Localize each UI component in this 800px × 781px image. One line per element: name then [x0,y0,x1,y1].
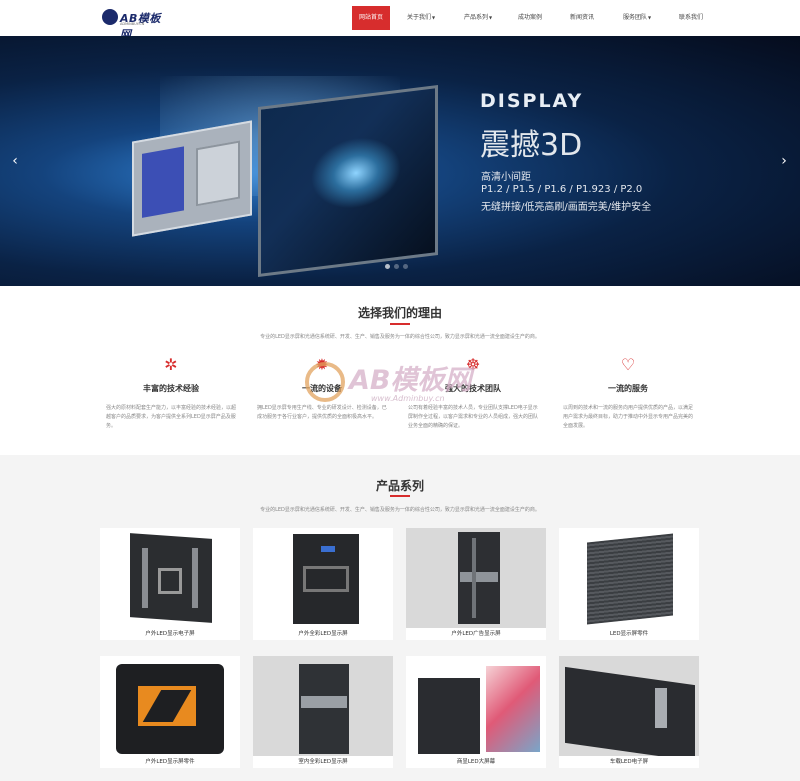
main-nav: 网站首页 关于我们▼ 产品系列▼ 成功案例 新闻资讯 服务团队▼ 联系我们 [352,0,716,36]
led-cabinet-image [132,120,252,237]
product-image [253,656,393,756]
product-card[interactable]: 户外LED显示电子屏 [100,528,240,640]
product-card[interactable]: 车载LED电子屏 [559,656,699,768]
logo-subtext: ADMINBUY.CN [120,22,145,26]
nav-item-team[interactable]: 服务团队▼ [608,0,666,36]
chevron-down-icon: ▼ [431,15,436,20]
product-label: 车载LED电子屏 [609,759,649,765]
slide-line-3: 无缝拼接/低亮高刷/画面完美/维护安全 [481,202,652,213]
slide-line-1: 高清小间距 [481,172,531,183]
slide-title: 震撼3D [480,128,583,163]
title-divider [390,495,410,497]
feature-text: 强大的原材料配套生产能力，以丰富经验的技术经验，以超越客户的品质要求，为客户提供… [106,405,237,429]
product-image [100,528,240,628]
feature-text: 以周到的技术和一流的服务向用户提供优质的产品，以满足用户需求为最终目标，助力于推… [563,405,694,429]
product-image [406,528,546,628]
heart-icon: ♡ [620,355,636,374]
site-logo[interactable]: AB模板网 ADMINBUY.CN [102,9,172,41]
cabinet-box [196,140,240,207]
products-section-subtitle: 专业的LED显示屏和光通信系统研、开发、生产、销售及服务为一体的综合性公司，致力… [260,507,540,513]
hero-banner[interactable]: DISPLAY 震撼3D 高清小间距 P1.2 / P1.5 / P1.6 / … [0,36,800,286]
product-image [253,528,393,628]
feature-experience: ✲ 丰富的技术经验 强大的原材料配套生产能力，以丰富经验的技术经验，以超越客户的… [96,355,246,431]
why-section-subtitle: 专业的LED显示屏和光通信系统研、开发、生产、销售及服务为一体的综合性公司，致力… [260,334,540,340]
led-screen-image [258,84,438,278]
slide-dot[interactable] [403,264,408,269]
product-image [100,656,240,756]
product-label: 户外LED广告显示屏 [451,631,501,637]
slide-dots [385,264,408,269]
site-header: AB模板网 ADMINBUY.CN 网站首页 关于我们▼ 产品系列▼ 成功案例 … [0,0,800,41]
nav-item-home[interactable]: 网站首页 [352,6,390,30]
nav-item-cases[interactable]: 成功案例 [504,0,556,36]
product-card[interactable]: 室内全彩LED显示屏 [253,656,393,768]
slide-line-2: P1.2 / P1.5 / P1.6 / P1.923 / P2.0 [481,184,643,195]
product-image [406,656,546,756]
chevron-down-icon: ▼ [488,15,493,20]
feature-title: 丰富的技术经验 [143,384,199,393]
gears-icon: ✲ [164,355,178,374]
nav-item-contact[interactable]: 联系我们 [666,0,716,36]
watermark-text: AB模板网 [349,365,472,396]
products-section-title: 产品系列 [375,479,424,493]
product-image [559,656,699,756]
product-label: 户外全彩LED显示屏 [298,631,348,637]
product-label: LED显示屏零件 [609,631,649,637]
nav-item-products[interactable]: 产品系列▼ [452,0,504,36]
product-card[interactable]: LED显示屏零件 [559,528,699,640]
slide-display-text: DISPLAY [480,90,584,112]
feature-title: 一流的服务 [608,384,648,393]
product-label: 户外LED显示电子屏 [145,631,195,637]
product-label: 户外LED显示屏零件 [145,759,195,765]
product-card[interactable]: 户外LED显示屏零件 [100,656,240,768]
product-label: 室内全彩LED显示屏 [298,759,348,765]
why-section-title: 选择我们的理由 [357,306,442,320]
title-divider [390,323,410,325]
nav-item-about[interactable]: 关于我们▼ [390,0,452,36]
spaceship-image [311,132,401,214]
product-card[interactable]: 户外全彩LED显示屏 [253,528,393,640]
slide-dot[interactable] [385,264,390,269]
logo-mark-icon [102,9,118,25]
product-card[interactable]: 户外LED广告显示屏 [406,528,546,640]
next-slide-icon[interactable]: › [775,150,793,172]
watermark-url: www.Adminbuy.cn [371,394,445,403]
watermark-icon [305,362,345,402]
watermark-logo: AB模板网 www.Adminbuy.cn [305,358,515,428]
prev-slide-icon[interactable]: ‹ [6,150,24,172]
product-label: 商显LED大屏幕 [456,759,496,765]
slide-dot[interactable] [394,264,399,269]
feature-service: ♡ 一流的服务 以周到的技术和一流的服务向用户提供优质的产品，以满足用户需求为最… [553,355,703,431]
nav-item-news[interactable]: 新闻资讯 [556,0,608,36]
chevron-down-icon: ▼ [647,15,652,20]
product-image [559,528,699,628]
product-card[interactable]: 商显LED大屏幕 [406,656,546,768]
cabinet-module [142,146,184,218]
